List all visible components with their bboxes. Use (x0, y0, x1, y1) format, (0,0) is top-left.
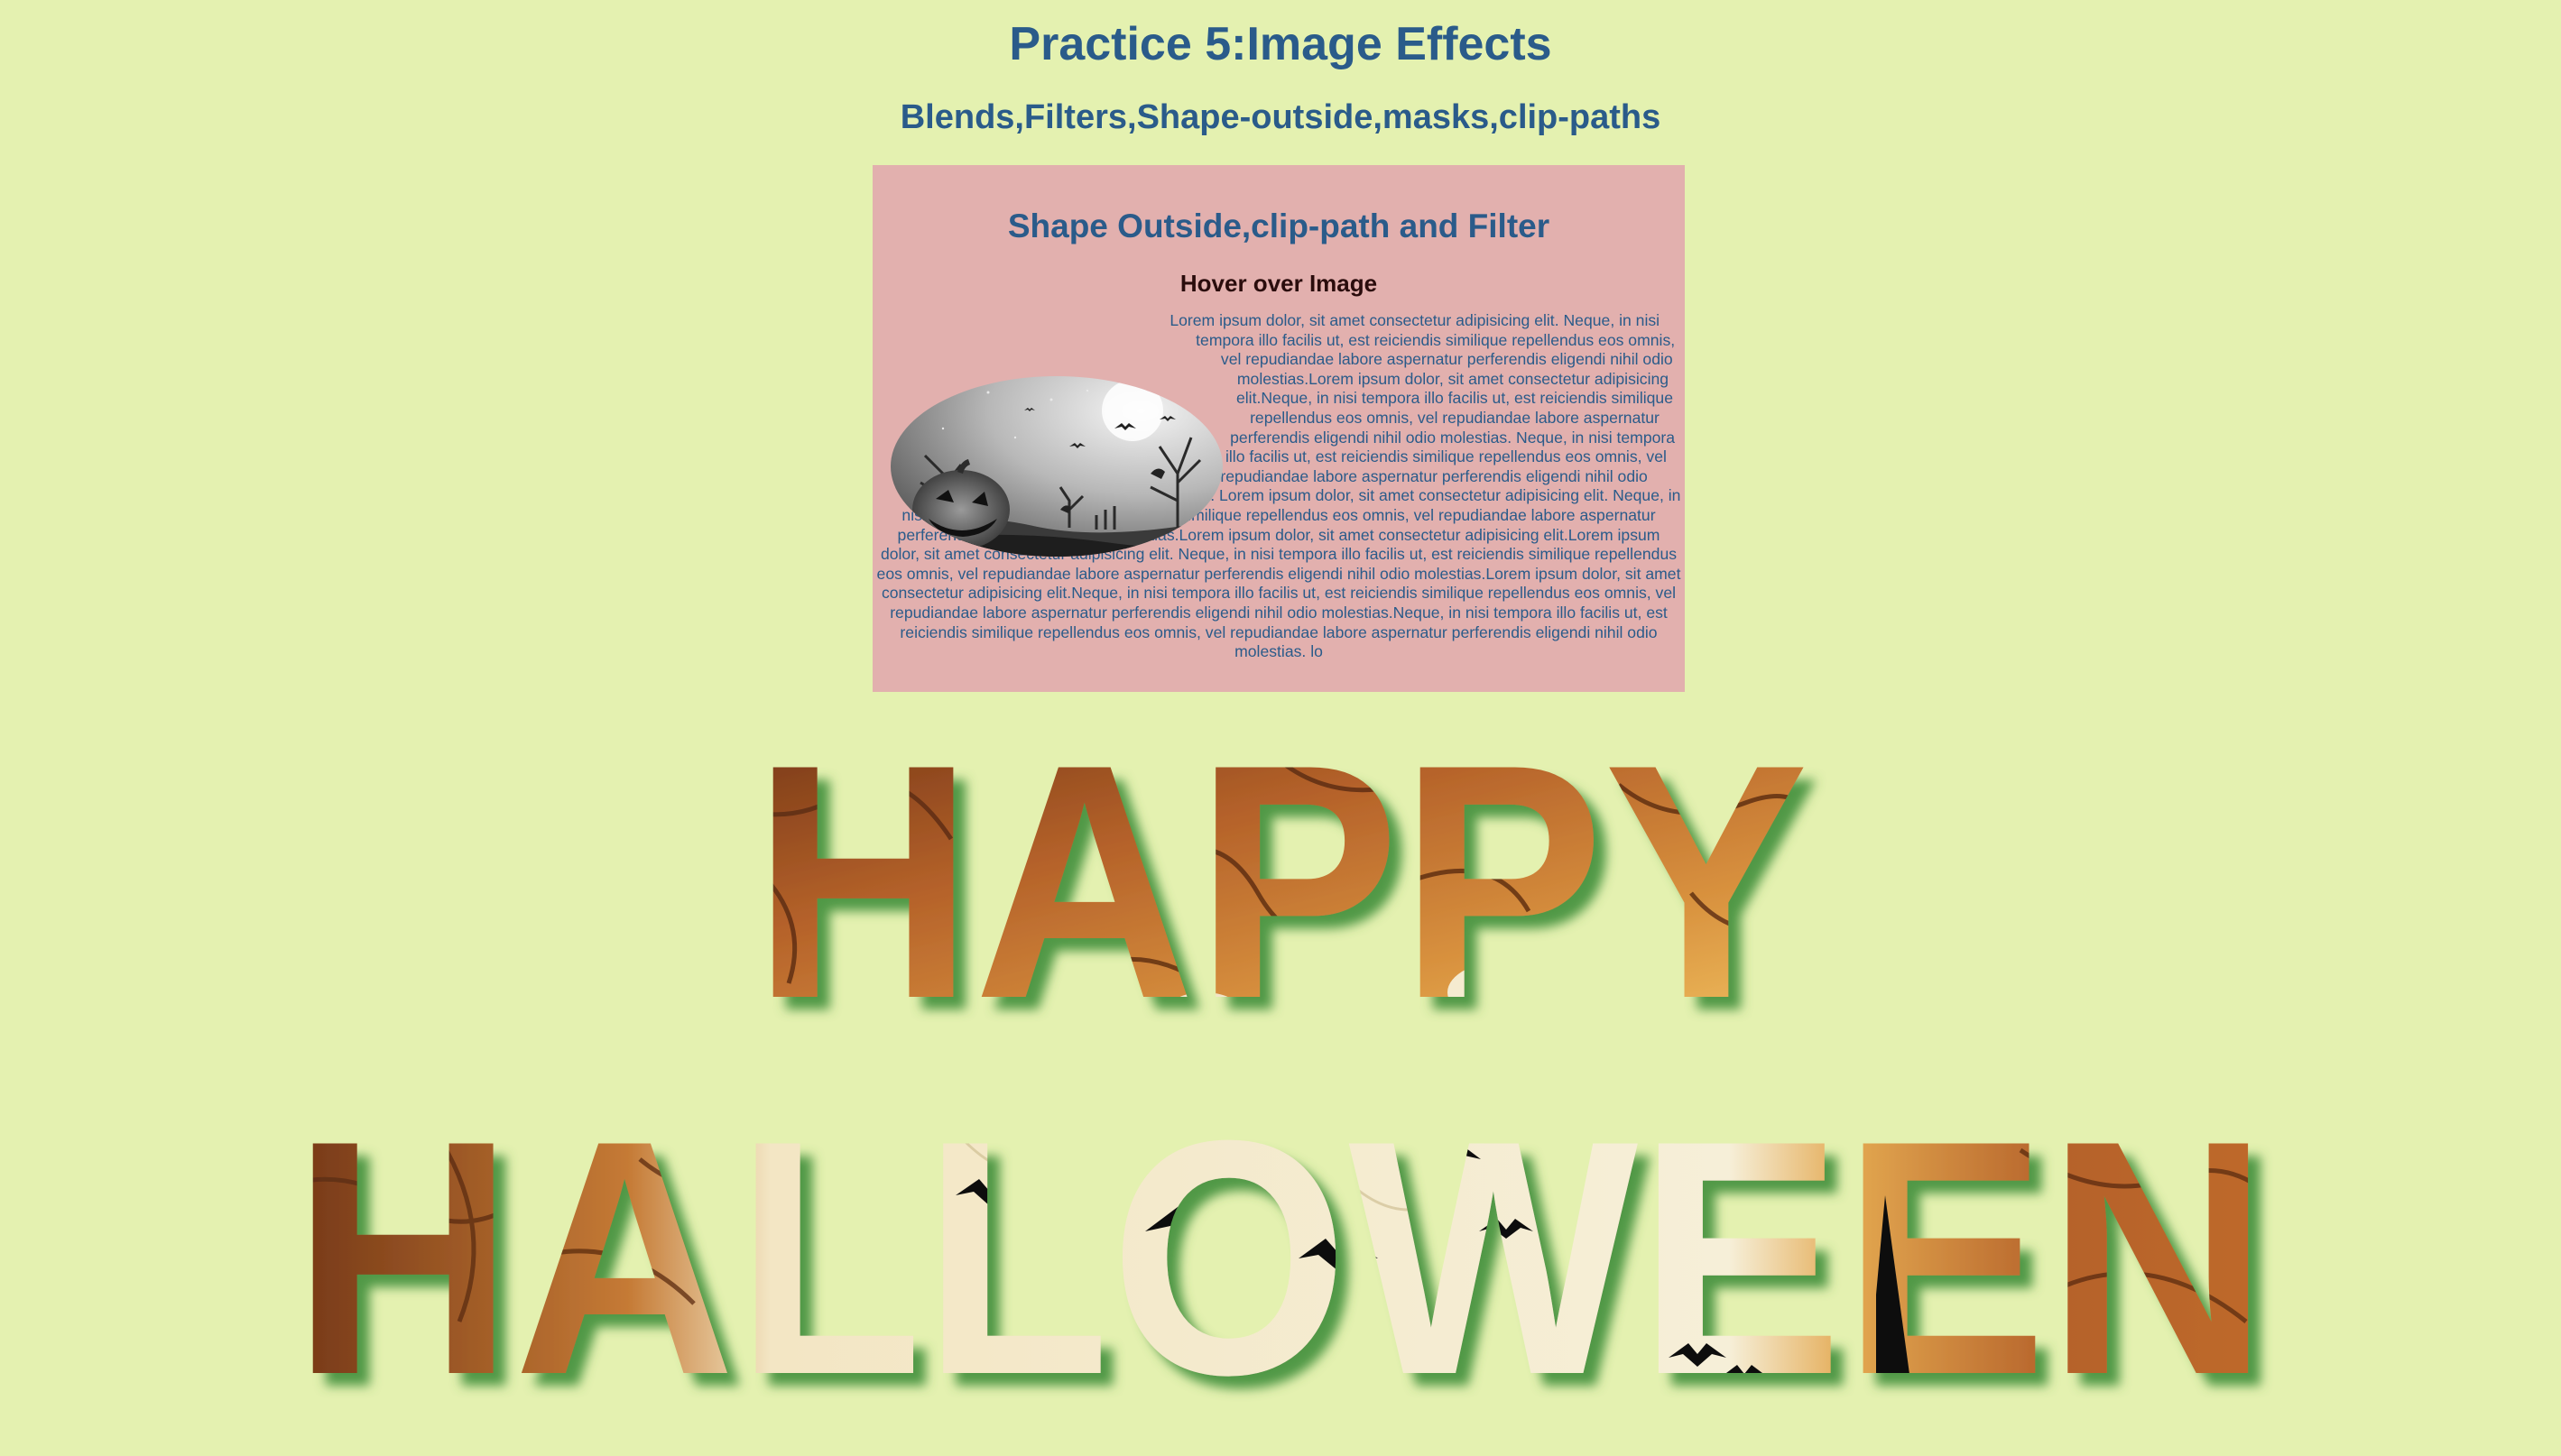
card-body: Lorem ipsum dolor, sit amet consectetur … (876, 311, 1681, 670)
halloween-text: HALLOWEEN (292, 1123, 2269, 1421)
shape-outside-card: Shape Outside,clip-path and Filter Hover… (873, 165, 1685, 692)
banner-happy: HAPPY (0, 749, 2561, 1028)
halloween-text-graphic: HALLOWEEN (292, 1123, 2269, 1421)
page: Practice 5:Image Effects Blends,Filters,… (0, 0, 2561, 1456)
halloween-pumpkin-image (891, 376, 1223, 557)
page-title: Practice 5:Image Effects (1009, 18, 1552, 70)
card-title: Shape Outside,clip-path and Filter (1007, 207, 1550, 244)
card-hint: Hover over Image (1179, 270, 1378, 297)
happy-text-graphic: HAPPY (753, 749, 1808, 1028)
banner-halloween: HALLOWEEN (0, 1123, 2561, 1421)
happy-text: HAPPY (753, 749, 1808, 1028)
halloween-image[interactable] (876, 369, 1237, 562)
page-subtitle: Blends,Filters,Shape-outside,masks,clip-… (900, 98, 1661, 136)
